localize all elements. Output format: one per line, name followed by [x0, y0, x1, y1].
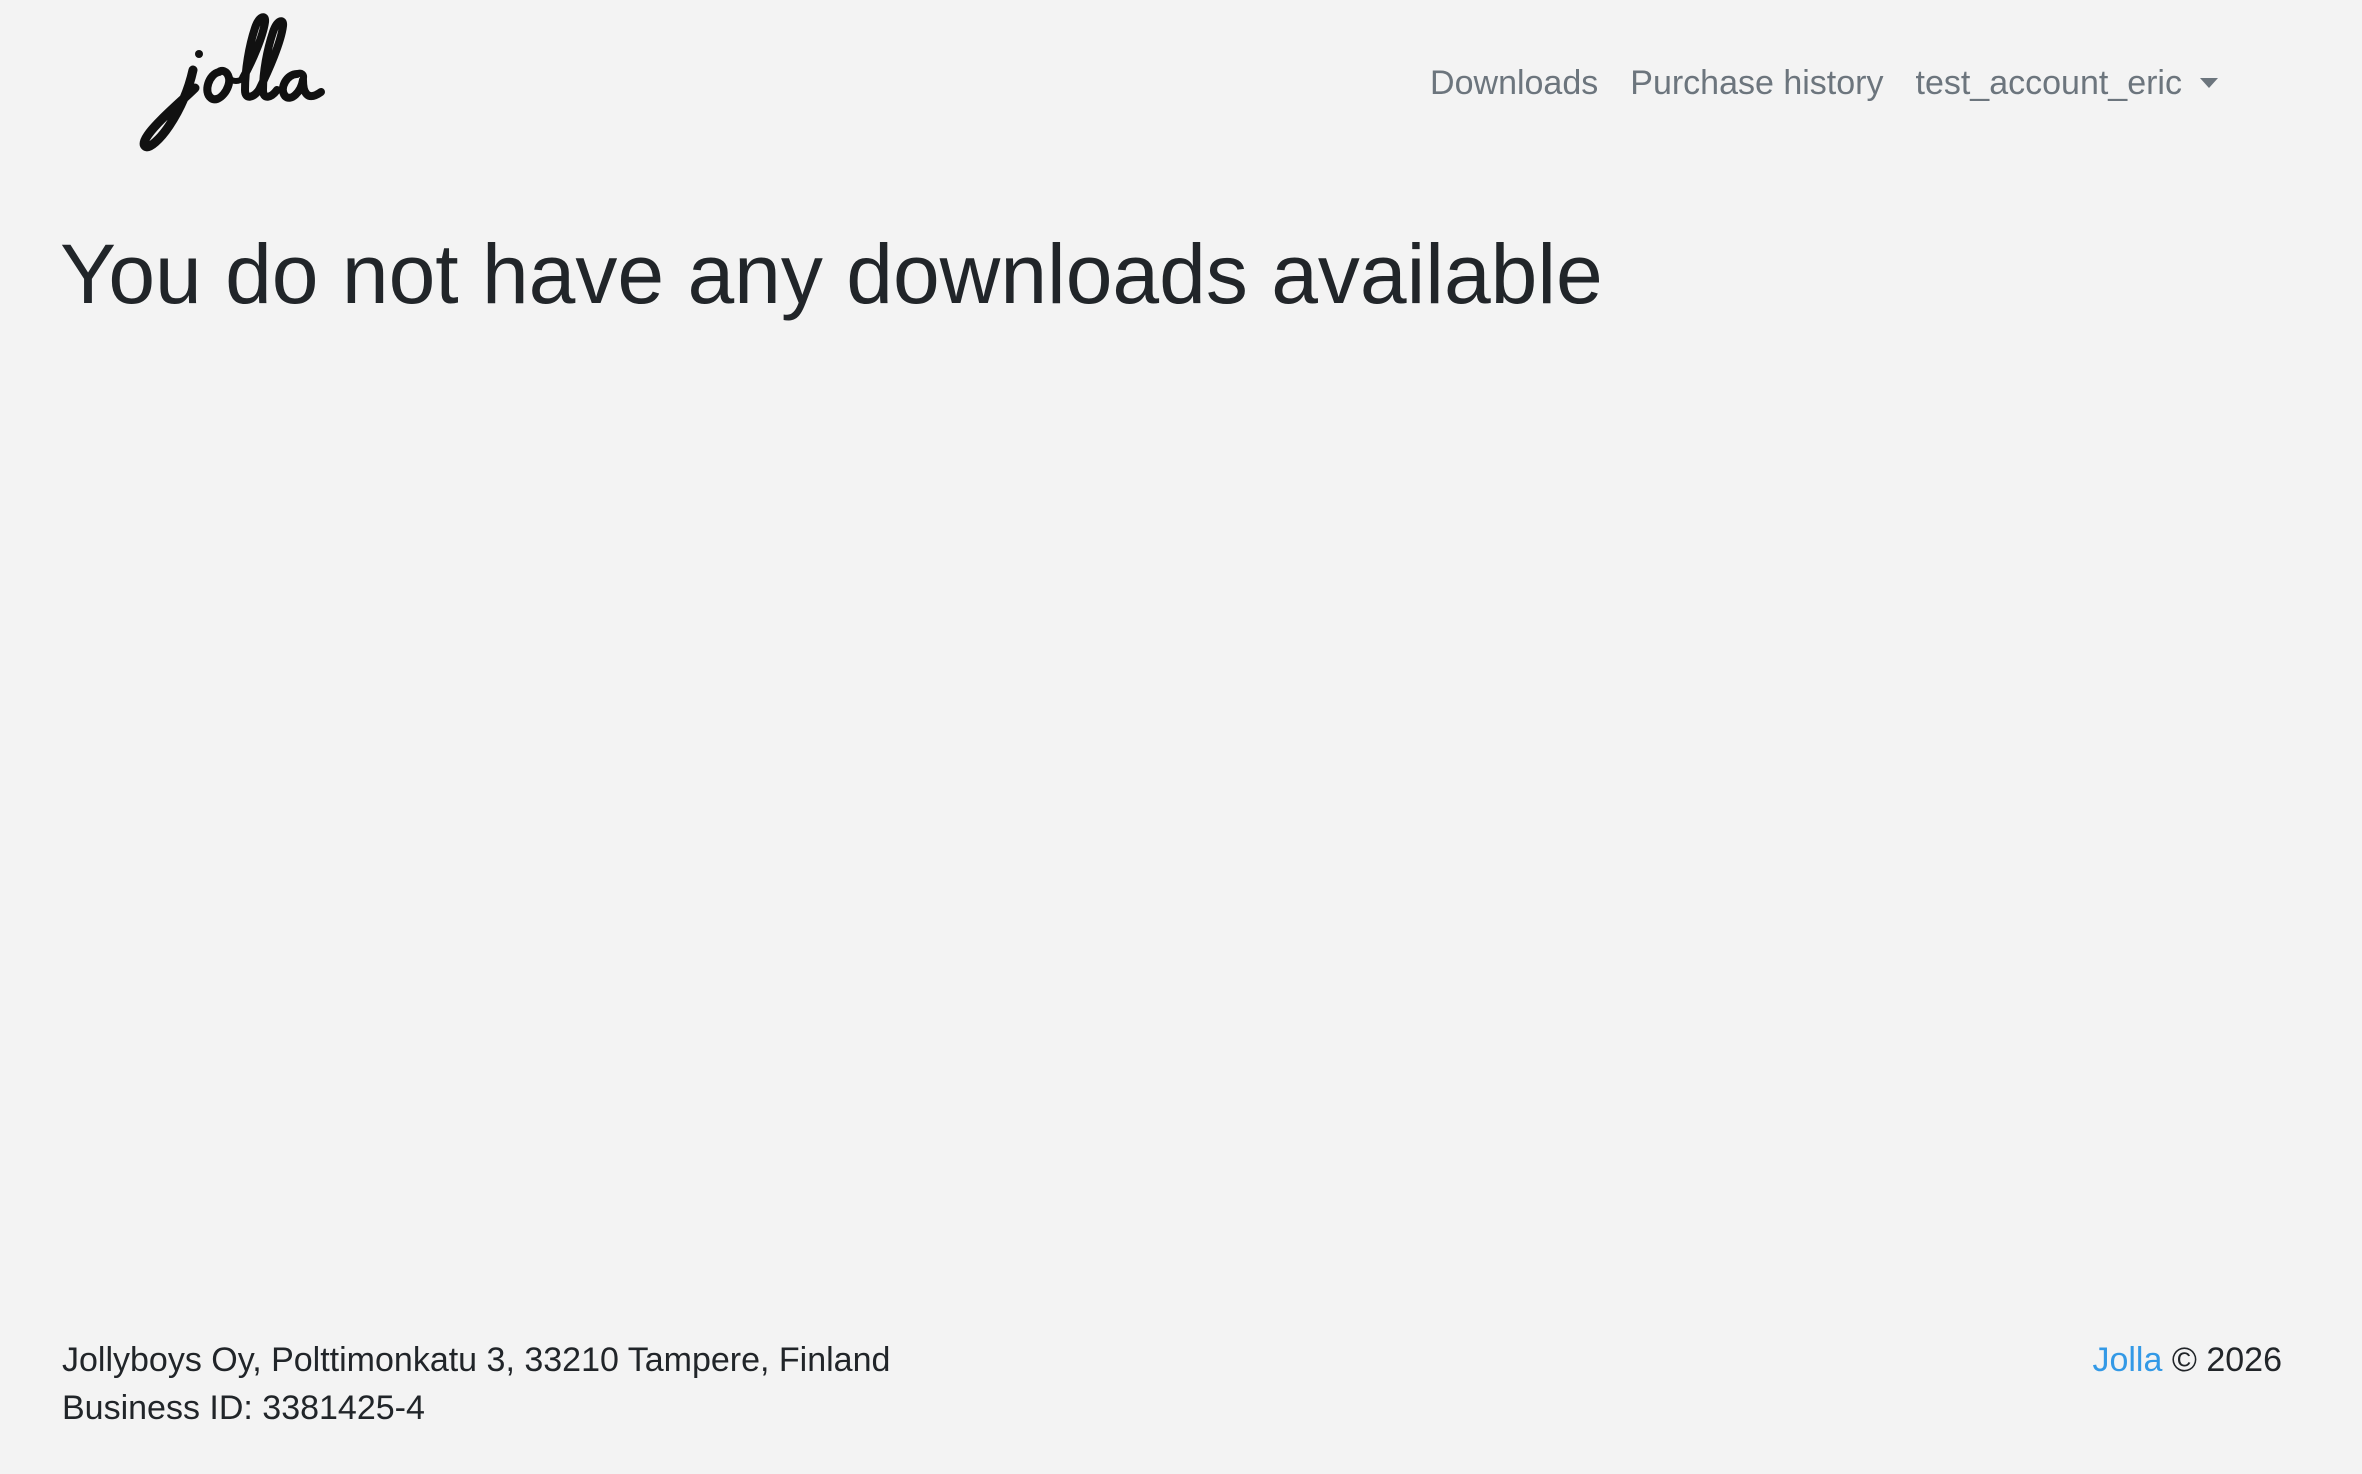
copyright-text: © 2026 [2171, 1341, 2282, 1379]
nav-downloads-link[interactable]: Downloads [1414, 56, 1614, 110]
caret-down-icon [2200, 78, 2218, 88]
account-dropdown-toggle[interactable]: test_account_eric [1900, 56, 2235, 110]
company-info: Jollyboys Oy, Polttimonkatu 3, 33210 Tam… [62, 1336, 890, 1432]
company-address: Jollyboys Oy, Polttimonkatu 3, 33210 Tam… [62, 1341, 891, 1379]
navbar: Downloads Purchase history test_account_… [0, 0, 2362, 165]
copyright: Jolla © 2026 [2092, 1336, 2282, 1384]
page-title: You do not have any downloads available [60, 227, 1603, 321]
footer: Jollyboys Oy, Polttimonkatu 3, 33210 Tam… [0, 1336, 2362, 1446]
business-id: Business ID: 3381425-4 [62, 1389, 425, 1427]
jolla-logo-icon [139, 13, 325, 152]
main-nav: Downloads Purchase history test_account_… [1414, 56, 2234, 110]
jolla-link[interactable]: Jolla [2092, 1341, 2162, 1379]
nav-purchase-history-link[interactable]: Purchase history [1614, 56, 1899, 110]
account-name: test_account_eric [1915, 64, 2183, 102]
brand-logo-link[interactable] [135, 8, 330, 156]
page: Downloads Purchase history test_account_… [0, 0, 2362, 1474]
